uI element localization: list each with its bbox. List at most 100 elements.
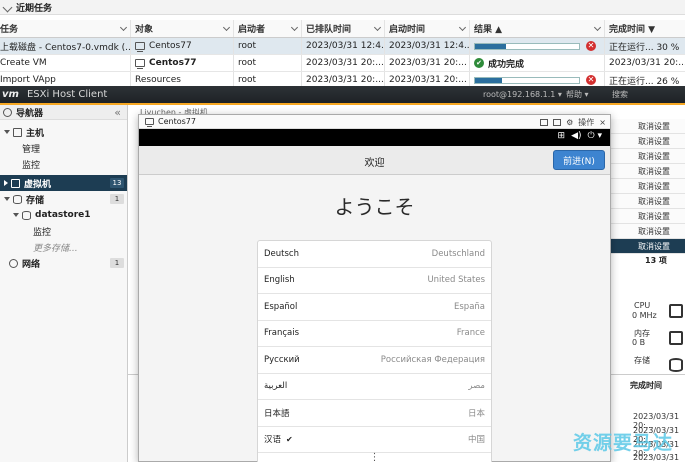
col-header-result[interactable]: 结果 ▲ <box>470 20 605 37</box>
language-option[interactable]: Français France <box>258 321 491 347</box>
nav-item-storage[interactable]: 存储 1 <box>0 191 127 207</box>
language-option[interactable]: English United States <box>258 268 491 294</box>
vm-icon <box>135 59 145 69</box>
expand-icon[interactable] <box>4 197 10 201</box>
vm-op-item[interactable]: 取消设置 <box>610 179 685 194</box>
task-completed: 2023/03/31 20:... <box>609 58 685 68</box>
vm-operations-list: 取消设置 取消设置 取消设置 取消设置 取消设置 取消设置 取消设置 取消设置 … <box>610 119 685 254</box>
nav-label: 更多存储... <box>33 243 78 254</box>
power-icon[interactable]: ⏻ ▾ <box>588 131 603 141</box>
task-queued-time: 2023/03/31 12:4... <box>302 38 385 54</box>
nav-item-monitor[interactable]: 监控 <box>0 156 127 172</box>
cpu-resource: CPU 0 MHz <box>630 300 685 327</box>
column-menu-icon[interactable] <box>222 23 231 32</box>
nav-item-manage[interactable]: 管理 <box>0 140 127 156</box>
cancel-task-icon[interactable]: ✕ <box>586 41 596 51</box>
volume-icon[interactable]: ◀) <box>571 131 581 141</box>
storage-icon <box>13 194 22 204</box>
table-row[interactable]: 上载磁盘 - Centos7-0.vmdk (... Centos77 root… <box>0 38 685 55</box>
gear-icon[interactable]: ⚙ <box>566 118 573 127</box>
nav-item-datastore1[interactable]: datastore1 <box>0 207 127 223</box>
minimize-icon[interactable] <box>540 119 549 126</box>
expand-icon[interactable] <box>13 213 19 217</box>
col-header-started[interactable]: 启动时间 <box>385 20 470 37</box>
progress-bar <box>474 42 580 50</box>
task-object[interactable]: Centos77 <box>149 58 196 68</box>
col-header-object[interactable]: 对象 <box>131 20 234 37</box>
column-menu-icon[interactable] <box>458 23 467 32</box>
datastore-icon <box>22 210 31 220</box>
expand-icon[interactable] <box>4 130 10 134</box>
task-queued-time: 2023/03/31 20:... <box>302 55 385 71</box>
cancel-task-icon[interactable]: ✕ <box>586 75 596 85</box>
console-titlebar[interactable]: Centos77 ⚙ 操作 × <box>139 115 610 129</box>
nav-label: 虚拟机 <box>24 179 52 190</box>
nav-item-networking[interactable]: 网络 1 <box>0 255 127 271</box>
fullscreen-icon[interactable] <box>553 119 562 126</box>
navigator-panel: 导航器 « 主机 管理 监控 虚拟机 13 存储 1 datastore1 监控… <box>0 105 128 462</box>
checkmark-icon: ✔ <box>286 435 293 445</box>
col-header-queued[interactable]: 已排队时间 <box>302 20 385 37</box>
column-menu-icon[interactable] <box>373 23 382 32</box>
memory-chip-icon <box>669 331 683 345</box>
vm-console-window: Centos77 ⚙ 操作 × ⊞ ◀) ⏻ ▾ 欢迎 前进(N) ようこそ D… <box>138 114 611 462</box>
task-name: Create VM <box>0 55 131 71</box>
search-field[interactable]: 搜索 <box>612 89 628 100</box>
column-menu-icon[interactable] <box>119 23 128 32</box>
close-icon[interactable]: × <box>599 118 606 127</box>
network-icon[interactable]: ⊞ <box>558 131 566 141</box>
vm-op-item[interactable]: 取消设置 <box>610 239 685 254</box>
collapse-chevron-icon[interactable] <box>2 2 13 12</box>
language-option-selected[interactable]: 汉语 ✔ 中国 <box>258 427 491 453</box>
storage-disk-icon <box>669 358 683 372</box>
vm-op-item[interactable]: 取消设置 <box>610 134 685 149</box>
user-menu[interactable]: root@192.168.1.1 ▾ <box>483 90 562 99</box>
vm-op-item[interactable]: 取消设置 <box>610 119 685 134</box>
col-header-task[interactable]: 任务 <box>0 20 131 37</box>
vm-op-item[interactable]: 取消设置 <box>610 164 685 179</box>
col-header-completed[interactable]: 完成时间 ▼ <box>605 20 685 37</box>
nav-item-virtual-machines[interactable]: 虚拟机 13 <box>0 175 127 191</box>
nav-item-host[interactable]: 主机 <box>0 124 127 140</box>
recent-tasks-header[interactable]: 近期任务 <box>0 0 685 15</box>
language-option[interactable]: Deutsch Deutschland <box>258 241 491 268</box>
table-row[interactable]: Create VM Centos77 root 2023/03/31 20:..… <box>0 55 685 72</box>
next-button[interactable]: 前进(N) <box>553 150 605 170</box>
vm-op-item[interactable]: 取消设置 <box>610 149 685 164</box>
resource-summary: CPU 0 MHz 内存 0 B 存储 <box>630 300 685 381</box>
language-option[interactable]: Русский Российская Федерация <box>258 347 491 374</box>
task-object[interactable]: Resources <box>135 75 181 85</box>
esxi-header-bar: vm ESXi Host Client root@192.168.1.1 ▾ 帮… <box>0 86 685 105</box>
help-menu[interactable]: 帮助 ▾ <box>566 89 589 100</box>
nav-label: 存储 <box>26 195 45 206</box>
nav-label: 监控 <box>22 160 41 171</box>
vm-op-item[interactable]: 取消设置 <box>610 194 685 209</box>
item-count: 13 项 <box>645 256 667 265</box>
completed-column-header[interactable]: 完成时间 <box>630 380 662 391</box>
nav-label: 监控 <box>33 227 52 238</box>
language-option[interactable]: العربية مصر <box>258 374 491 400</box>
app-title: ESXi Host Client <box>26 89 108 100</box>
column-menu-icon[interactable] <box>593 23 602 32</box>
vm-op-item[interactable]: 取消设置 <box>610 224 685 239</box>
column-menu-icon[interactable] <box>290 23 299 32</box>
nav-item-more-storage[interactable]: 更多存储... <box>0 239 127 255</box>
nav-label: 网络 <box>22 259 41 270</box>
task-object[interactable]: Centos77 <box>149 41 192 51</box>
actions-menu[interactable]: 操作 <box>578 117 594 128</box>
more-languages-button[interactable]: ⋮ <box>258 453 491 462</box>
language-option[interactable]: 日本語 日本 <box>258 400 491 427</box>
nav-item-datastore-monitor[interactable]: 监控 <box>0 223 127 239</box>
setup-dialog-body: ようこそ Deutsch Deutschland English United St… <box>139 175 610 462</box>
language-option[interactable]: Español España <box>258 294 491 321</box>
memory-resource: 内存 0 B <box>630 327 685 354</box>
storage-count-badge: 1 <box>110 194 124 204</box>
host-icon <box>13 127 22 137</box>
task-result: 成功完成 <box>488 59 525 70</box>
collapse-navigator-icon[interactable]: « <box>114 106 121 119</box>
vm-op-item[interactable]: 取消设置 <box>610 209 685 224</box>
col-header-initiator[interactable]: 启动者 <box>234 20 302 37</box>
expand-icon[interactable] <box>4 180 8 186</box>
recent-tasks-title: 近期任务 <box>16 3 53 14</box>
welcome-heading: ようこそ <box>334 195 415 219</box>
